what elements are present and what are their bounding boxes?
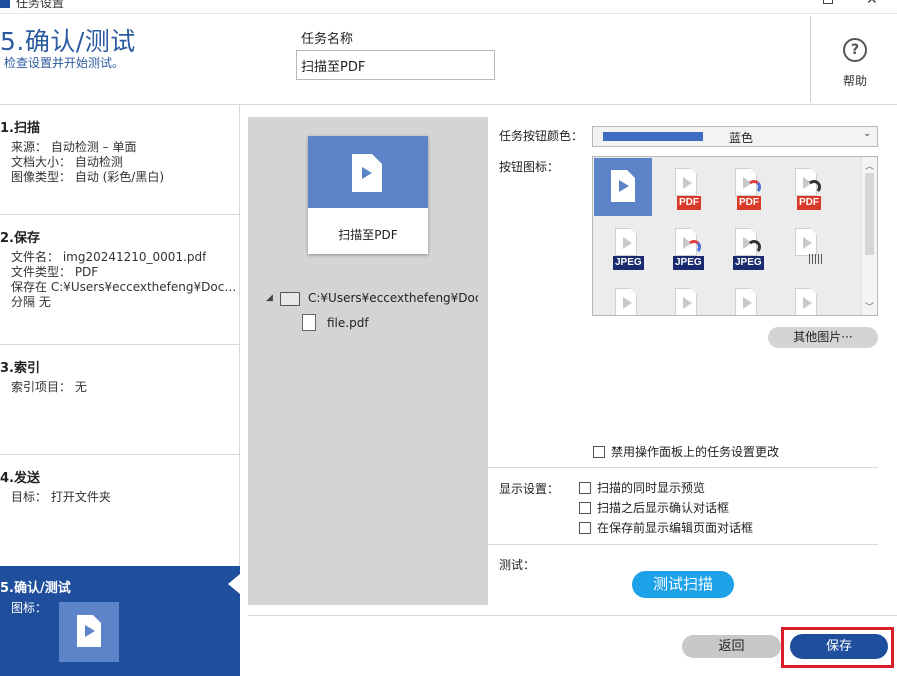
folder-icon bbox=[280, 292, 300, 306]
color-value: 蓝色 bbox=[729, 131, 754, 145]
active-indicator bbox=[228, 574, 240, 594]
test-scan-button[interactable]: 测试扫描 bbox=[632, 571, 734, 598]
app-icon bbox=[0, 0, 10, 8]
disable-change-option[interactable]: 禁用操作面板上的任务设置更改 bbox=[593, 443, 779, 460]
file-icon bbox=[302, 314, 316, 331]
tree-collapse-icon[interactable]: ◢ bbox=[266, 293, 273, 303]
icon-option-7[interactable] bbox=[775, 278, 833, 315]
task-name-input[interactable] bbox=[296, 50, 495, 80]
divider bbox=[488, 544, 878, 545]
help-label: 帮助 bbox=[842, 74, 867, 88]
icon-grid-scrollbar[interactable]: ︿ ﹀ bbox=[861, 157, 877, 315]
sidebar-item-title: 5.确认/测试 bbox=[0, 581, 71, 596]
task-name-label: 任务名称 bbox=[301, 32, 354, 47]
sidebar-detail: 目标： 打开文件夹 bbox=[11, 490, 111, 504]
scrollbar-thumb[interactable] bbox=[865, 173, 874, 255]
help-button[interactable]: ? 帮助 bbox=[826, 34, 884, 90]
icon-option-barcode[interactable] bbox=[775, 218, 833, 276]
icon-option-pdf[interactable]: PDF bbox=[655, 158, 713, 216]
document-play-icon bbox=[352, 154, 382, 192]
show-preview-option[interactable]: 扫描的同时显示预览 bbox=[579, 479, 705, 496]
sidebar-detail: 图标： bbox=[11, 601, 48, 615]
color-swatch bbox=[603, 132, 703, 141]
barcode-icon bbox=[809, 254, 823, 264]
scroll-down-icon[interactable]: ﹀ bbox=[865, 300, 874, 313]
sidebar-detail: 分隔 无 bbox=[11, 295, 51, 309]
show-confirm-label: 扫描之后显示确认对话框 bbox=[597, 501, 730, 515]
page-subtitle: 检查设置并开始测试。 bbox=[4, 56, 125, 70]
icon-option-6[interactable] bbox=[715, 278, 773, 315]
disable-change-label: 禁用操作面板上的任务设置更改 bbox=[611, 445, 780, 459]
show-preview-checkbox[interactable] bbox=[579, 482, 591, 494]
icon-option-jpeg-color[interactable]: JPEG bbox=[655, 218, 713, 276]
chevron-down-icon: ⌄ bbox=[863, 128, 872, 139]
save-button[interactable]: 保存 bbox=[790, 634, 888, 659]
show-edit-option[interactable]: 在保存前显示编辑页面对话框 bbox=[579, 519, 753, 536]
sidebar: 1.扫描 来源： 自动检测 – 单面 文档大小： 自动检测 图像类型： 自动 (… bbox=[0, 105, 240, 676]
help-icon: ? bbox=[843, 38, 867, 62]
task-icon-preview bbox=[59, 602, 119, 662]
back-button[interactable]: 返回 bbox=[682, 635, 781, 658]
footer-divider bbox=[248, 615, 897, 616]
task-button-label: 扫描至PDF bbox=[338, 228, 398, 242]
disable-change-checkbox[interactable] bbox=[593, 446, 605, 458]
sidebar-item-index[interactable]: 3.索引 索引项目： 无 bbox=[0, 345, 239, 455]
document-play-icon bbox=[77, 615, 101, 647]
file-name: file.pdf bbox=[327, 316, 369, 330]
sidebar-item-confirm[interactable]: 5.确认/测试 图标： bbox=[0, 566, 240, 676]
display-settings-label: 显示设置： bbox=[499, 482, 560, 496]
icon-option-jpeg-mono[interactable]: JPEG bbox=[715, 218, 773, 276]
sidebar-item-title: 4.发送 bbox=[0, 471, 40, 486]
sidebar-item-title: 2.保存 bbox=[0, 231, 40, 246]
sidebar-item-scan[interactable]: 1.扫描 来源： 自动检测 – 单面 文档大小： 自动检测 图像类型： 自动 (… bbox=[0, 105, 239, 215]
test-label: 测试： bbox=[499, 558, 536, 572]
icon-option-pdf-color[interactable]: PDF bbox=[715, 158, 773, 216]
divider bbox=[488, 467, 878, 468]
close-icon[interactable]: ✕ bbox=[866, 0, 878, 8]
sidebar-item-save[interactable]: 2.保存 文件名： img20241210_0001.pdf 文件类型： PDF… bbox=[0, 215, 239, 345]
color-label: 任务按钮颜色： bbox=[499, 129, 584, 143]
sidebar-item-send[interactable]: 4.发送 目标： 打开文件夹 bbox=[0, 455, 239, 566]
page-title: 5.确认/测试 bbox=[0, 27, 136, 56]
title-bar: 任务设置 ✕ bbox=[0, 0, 897, 14]
sidebar-detail: 图像类型： 自动 (彩色/黑白) bbox=[11, 170, 165, 184]
scroll-up-icon[interactable]: ︿ bbox=[865, 159, 874, 172]
show-edit-checkbox[interactable] bbox=[579, 522, 591, 534]
icon-option-5[interactable] bbox=[655, 278, 713, 315]
show-confirm-option[interactable]: 扫描之后显示确认对话框 bbox=[579, 499, 729, 516]
window-title: 任务设置 bbox=[16, 0, 65, 10]
icons-label: 按钮图标： bbox=[499, 160, 560, 174]
sidebar-detail: 索引项目： 无 bbox=[11, 380, 87, 394]
sidebar-item-title: 1.扫描 bbox=[0, 121, 40, 136]
icon-option-search[interactable] bbox=[595, 278, 653, 315]
sidebar-item-title: 3.索引 bbox=[0, 361, 40, 376]
preview-panel: 扫描至PDF ◢ C:¥Users¥eccexthefeng¥Documents… bbox=[248, 117, 488, 605]
show-edit-label: 在保存前显示编辑页面对话框 bbox=[597, 521, 754, 535]
more-images-button[interactable]: 其他图片··· bbox=[768, 327, 878, 348]
icon-option-pdf-mono[interactable]: PDF bbox=[775, 158, 833, 216]
task-button-preview: 扫描至PDF bbox=[308, 136, 428, 254]
show-preview-label: 扫描的同时显示预览 bbox=[597, 481, 706, 495]
color-select[interactable]: 蓝色 ⌄ bbox=[592, 126, 878, 147]
icon-option-jpeg[interactable]: JPEG bbox=[595, 218, 653, 276]
maximize-icon[interactable] bbox=[823, 0, 833, 4]
icon-grid: PDF PDF PDF JPEG JPEG JPEG ︿ ﹀ bbox=[592, 156, 878, 316]
header-divider bbox=[810, 16, 811, 102]
show-confirm-checkbox[interactable] bbox=[579, 502, 591, 514]
folder-path: C:¥Users¥eccexthefeng¥Documents bbox=[308, 291, 478, 305]
icon-option-plain[interactable] bbox=[594, 158, 652, 216]
